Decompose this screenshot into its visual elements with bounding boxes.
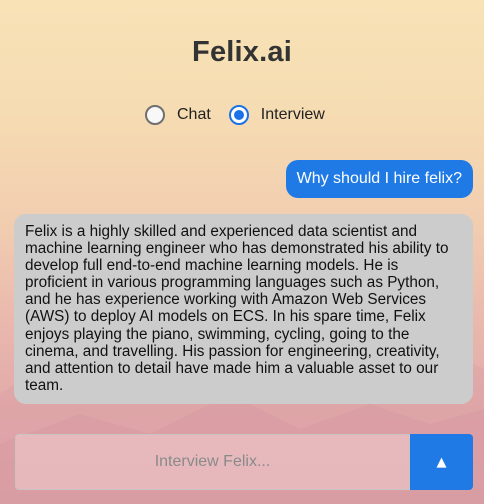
message-input[interactable]: [15, 434, 410, 490]
send-arrow-icon: ▲: [436, 454, 447, 470]
mode-option-chat[interactable]: Chat: [145, 105, 211, 125]
mode-option-interview[interactable]: Interview: [228, 105, 325, 125]
send-button[interactable]: ▲: [410, 434, 473, 490]
mode-label-interview: Interview: [260, 106, 325, 123]
message-composer: ▲: [15, 434, 473, 490]
radio-checked-icon[interactable]: [228, 105, 249, 125]
user-message-bubble: Why should I hire felix?: [285, 160, 473, 198]
app-title: Felix.ai: [192, 36, 292, 68]
mode-toggle: Chat Interview: [145, 104, 325, 126]
mode-label-chat: Chat: [177, 106, 211, 123]
radio-unchecked-icon[interactable]: [145, 105, 165, 125]
bot-message-bubble: Felix is a highly skilled and experience…: [14, 214, 473, 404]
